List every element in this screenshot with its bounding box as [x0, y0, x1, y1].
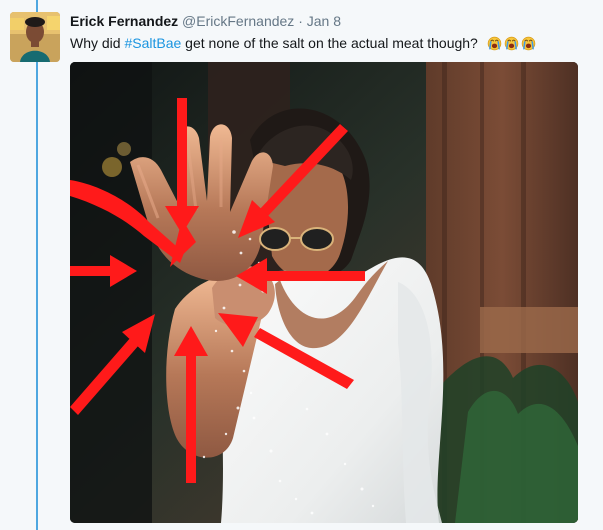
avatar[interactable] — [10, 12, 60, 62]
author-name[interactable]: Erick Fernandez — [70, 13, 178, 29]
tweet-date[interactable]: Jan 8 — [307, 13, 341, 29]
tweet-text-after: get none of the salt on the actual meat … — [181, 35, 478, 51]
tweet-header: Erick Fernandez @ErickFernandez · Jan 8 — [70, 12, 341, 30]
emoji-group — [487, 36, 536, 51]
crying-face-emoji-icon — [504, 36, 518, 51]
twitter-thread-view: Erick Fernandez @ErickFernandez · Jan 8 … — [0, 0, 603, 530]
tweet-text: Why did #SaltBae get none of the salt on… — [70, 34, 536, 52]
salt-bae-photo — [70, 62, 578, 523]
tweet-media-photo[interactable] — [70, 62, 578, 523]
avatar-image — [10, 12, 60, 62]
crying-face-emoji-icon — [487, 36, 501, 51]
author-handle[interactable]: @ErickFernandez — [182, 13, 294, 29]
tweet-text-before: Why did — [70, 35, 125, 51]
tweet[interactable]: Erick Fernandez @ErickFernandez · Jan 8 … — [0, 0, 603, 530]
crying-face-emoji-icon — [521, 36, 535, 51]
separator-dot: · — [298, 13, 303, 29]
hashtag-link[interactable]: #SaltBae — [124, 35, 181, 51]
